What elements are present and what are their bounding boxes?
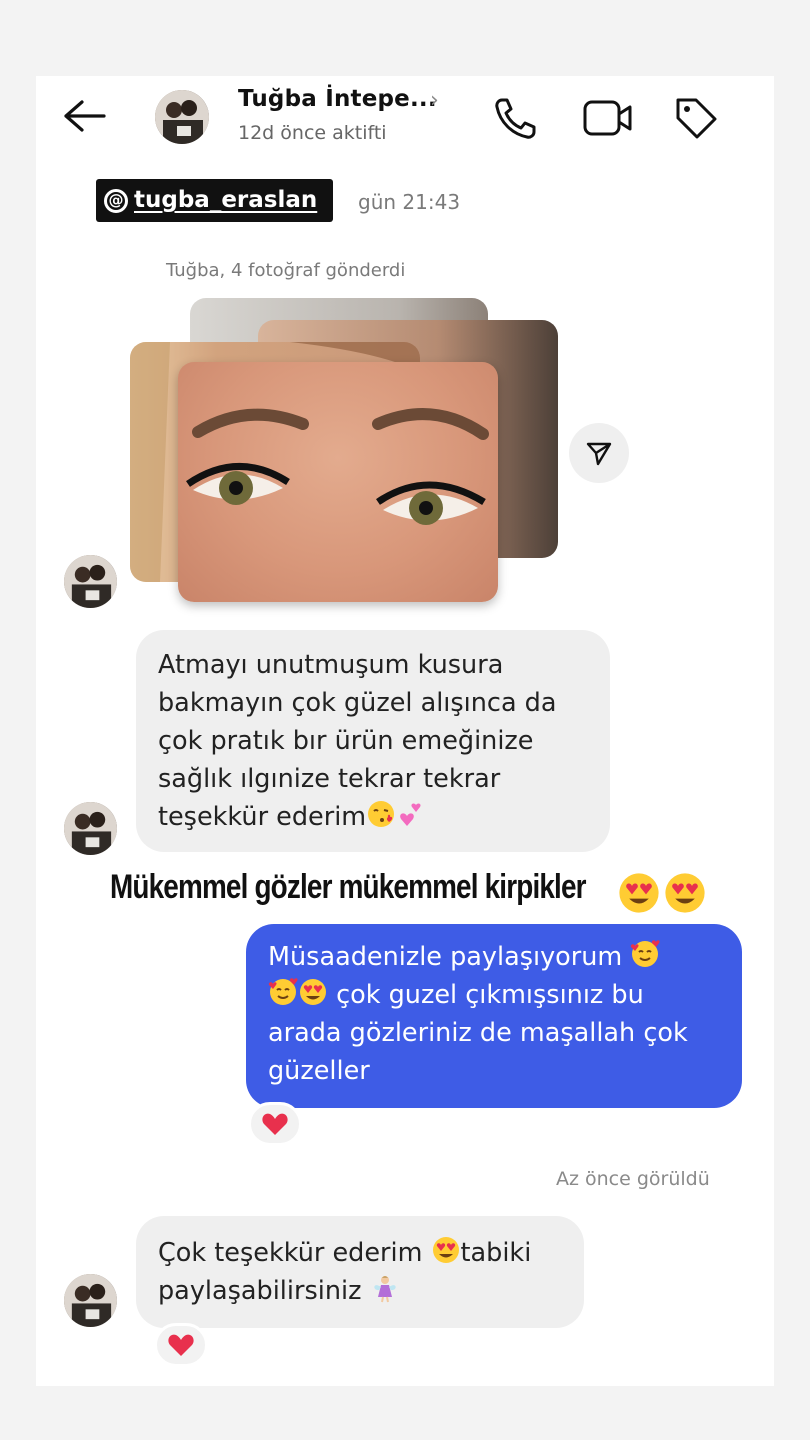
send-icon — [586, 442, 612, 466]
smiling-hearts-emoji — [268, 978, 298, 1005]
message-bubble-incoming[interactable]: Çok teşekkür ederim tabiki paylaşabilirs… — [136, 1216, 584, 1328]
fairy-emoji — [373, 1276, 396, 1303]
username-overlay-tag: @ tugba_eraslan — [96, 179, 334, 222]
message-line: paylaşabilirsiniz — [158, 1272, 562, 1310]
photos-sent-notice: Tuğba, 4 fotoğraf gönderdi — [166, 260, 406, 281]
message-timestamp: gün 21:43 — [358, 190, 461, 214]
heart-eyes-emoji — [432, 1237, 459, 1263]
avatar[interactable] — [64, 555, 117, 608]
message-bubble-outgoing[interactable]: Müsaadenizle paylaşıyorum çok guzel çıkm… — [246, 924, 742, 1108]
message-line: teşekkür ederim — [158, 798, 588, 836]
message-bubble-incoming[interactable]: Atmayı unutmuşum kusura bakmayın çok güz… — [136, 630, 610, 852]
heart-eyes-emoji — [665, 873, 705, 913]
message-text: paylaşabilirsiniz — [158, 1276, 362, 1306]
red-heart-emoji — [168, 1334, 194, 1356]
reaction-badge[interactable] — [248, 1102, 302, 1146]
message-text: teşekkür ederim — [158, 802, 367, 832]
story-caption: Mükemmel gözler mükemmel kirpikler — [110, 868, 587, 907]
message-line: sağlık ılgınize tekrar tekrar — [158, 764, 501, 794]
smiling-hearts-emoji — [631, 940, 660, 967]
message-line: Atmayı unutmuşum kusura — [158, 650, 504, 680]
red-heart-emoji — [262, 1113, 288, 1135]
handle-text: tugba_eraslan — [134, 187, 318, 213]
message-text: Müsaadenizle paylaşıyorum — [268, 942, 623, 972]
reaction-badge[interactable] — [154, 1323, 208, 1367]
message-text: Çok teşekkür ederim — [158, 1238, 423, 1268]
avatar[interactable] — [64, 802, 117, 855]
chevron-right-icon[interactable]: › — [430, 88, 439, 113]
back-arrow-icon[interactable] — [60, 96, 106, 136]
kissing-heart-emoji — [368, 801, 395, 827]
avatar[interactable] — [155, 90, 209, 144]
active-status: 12d önce aktifti — [238, 122, 387, 144]
message-text: çok guzel çıkmışsınız bu — [336, 980, 644, 1010]
message-line: çok guzel çıkmışsınız bu — [268, 976, 720, 1014]
message-line: çok pratık bır ürün emeğinize — [158, 726, 534, 756]
message-text: tabiki — [460, 1238, 532, 1268]
message-line: Müsaadenizle paylaşıyorum — [268, 938, 720, 976]
contact-name[interactable]: Tuğba İntepe... — [238, 86, 437, 112]
video-camera-icon[interactable] — [582, 94, 636, 142]
eyes-photo[interactable] — [178, 362, 498, 602]
share-button[interactable] — [569, 423, 629, 483]
message-line: Çok teşekkür ederim tabiki — [158, 1234, 562, 1272]
tag-icon[interactable] — [672, 94, 720, 142]
heart-eyes-emoji — [619, 873, 659, 913]
message-line: güzeller — [268, 1056, 370, 1086]
heart-eyes-emoji — [300, 979, 326, 1005]
caption-text: Mükemmel gözler mükemmel kirpikler — [110, 868, 587, 906]
phone-icon[interactable] — [492, 94, 540, 142]
message-line: bakmayın çok güzel alışınca da — [158, 688, 557, 718]
avatar[interactable] — [64, 1274, 117, 1327]
threads-logo-icon: @ — [104, 188, 128, 213]
message-line: arada gözleriniz de maşallah çok — [268, 1018, 688, 1048]
two-hearts-emoji — [400, 803, 421, 826]
seen-status: Az önce görüldü — [556, 1168, 710, 1190]
